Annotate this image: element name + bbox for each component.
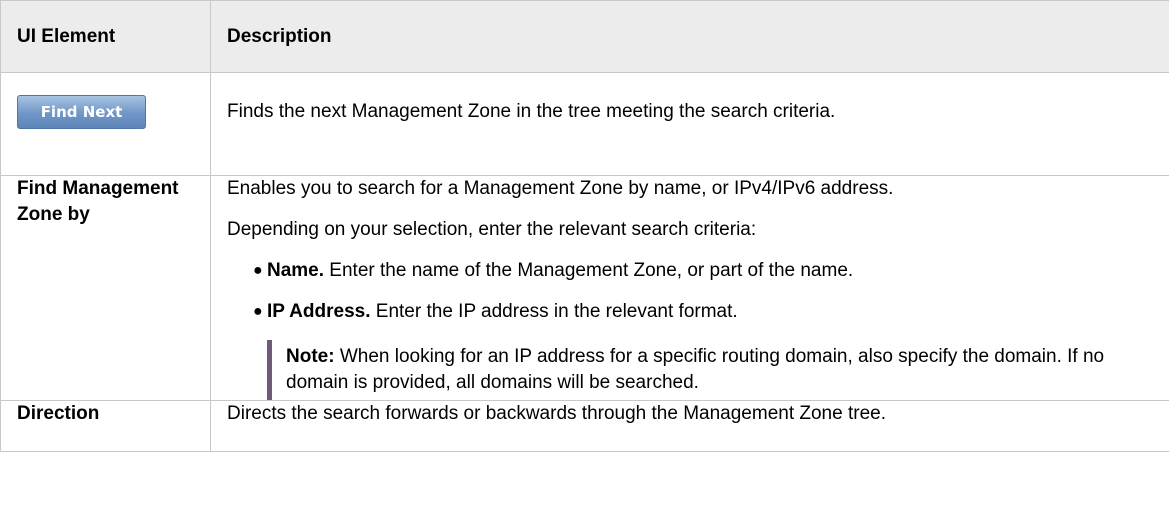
criteria-intro: Depending on your selection, enter the r… bbox=[227, 219, 757, 240]
list-item-term: Name. bbox=[267, 260, 325, 281]
note-box: Note: When looking for an IP address for… bbox=[267, 340, 1153, 400]
element-name: Direction bbox=[0, 400, 211, 452]
note-text: When looking for an IP address for a spe… bbox=[286, 346, 1105, 393]
note-label: Note: bbox=[286, 346, 335, 367]
list-item-text: Enter the name of the Management Zone, o… bbox=[324, 260, 854, 281]
element-name: Find Management Zone by bbox=[0, 175, 211, 401]
header-description: Description bbox=[210, 0, 1169, 73]
description-cell: Enables you to search for a Management Z… bbox=[210, 175, 1169, 401]
list-item: ● Name. Enter the name of the Management … bbox=[253, 258, 1153, 284]
list-item-term: IP Address. bbox=[267, 301, 371, 322]
element-cell: Find Next bbox=[0, 72, 211, 176]
table-row: Direction Directs the search forwards or… bbox=[0, 400, 1169, 452]
find-next-button[interactable]: Find Next bbox=[17, 95, 146, 129]
header-ui-element: UI Element bbox=[0, 0, 211, 73]
description-cell: Finds the next Management Zone in the tr… bbox=[210, 72, 1169, 176]
description-intro: Enables you to search for a Management Z… bbox=[227, 178, 894, 199]
table-header-row: UI Element Description bbox=[0, 0, 1169, 73]
table-row: Find Next Finds the next Management Zone… bbox=[0, 72, 1169, 176]
criteria-list: ● Name. Enter the name of the Management … bbox=[227, 258, 1153, 325]
description-cell: Directs the search forwards or backwards… bbox=[210, 400, 1169, 452]
table-row: Find Management Zone by Enables you to s… bbox=[0, 175, 1169, 401]
bullet-icon: ● bbox=[253, 303, 263, 320]
document-page: UI Element Description Find Next Finds t… bbox=[0, 0, 1169, 522]
list-item-text: Enter the IP address in the relevant for… bbox=[370, 301, 738, 322]
ui-elements-table: UI Element Description Find Next Finds t… bbox=[0, 0, 1169, 452]
bullet-icon: ● bbox=[253, 262, 263, 279]
list-item: ● IP Address. Enter the IP address in the… bbox=[253, 299, 1153, 325]
